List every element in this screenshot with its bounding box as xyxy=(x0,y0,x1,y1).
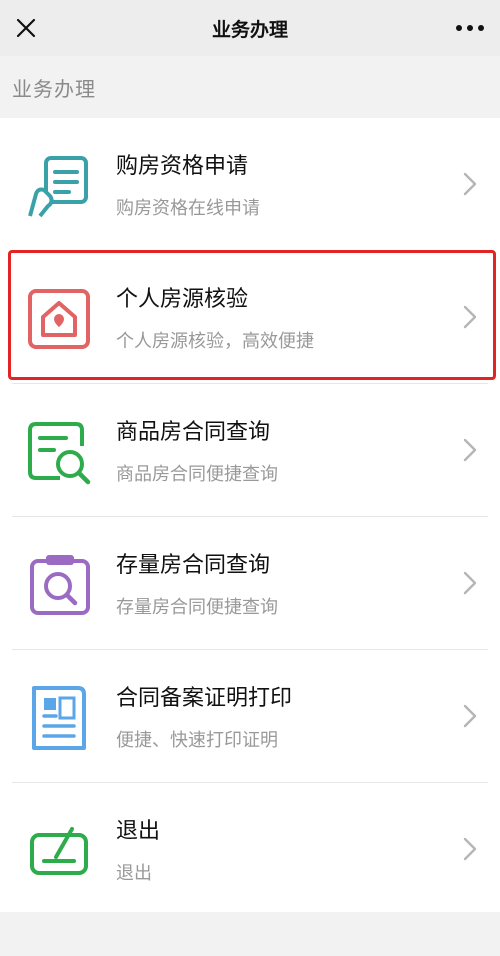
service-list: 购房资格申请 购房资格在线申请 个人房源核验 个人房源核验，高效便捷 商品房合同… xyxy=(0,118,500,912)
chevron-right-icon xyxy=(462,170,478,198)
list-item-exit[interactable]: 退出 退出 xyxy=(0,783,500,915)
item-title: 合同备案证明打印 xyxy=(116,686,293,711)
chevron-right-icon xyxy=(462,436,478,464)
chevron-right-icon xyxy=(462,303,478,331)
item-subtitle: 退出 xyxy=(116,863,152,884)
chevron-right-icon xyxy=(462,569,478,597)
item-subtitle: 便捷、快速打印证明 xyxy=(116,730,278,751)
house-icon xyxy=(26,285,94,353)
item-title: 存量房合同查询 xyxy=(116,553,271,578)
item-title: 购房资格申请 xyxy=(116,154,249,179)
more-button[interactable] xyxy=(448,10,492,46)
title-bar: 业务办理 xyxy=(0,0,500,56)
section-label: 业务办理 xyxy=(12,76,96,101)
more-icon xyxy=(456,25,484,31)
chevron-right-icon xyxy=(462,835,478,863)
clipboard-search-icon xyxy=(26,551,94,619)
list-item-filing-certificate-print[interactable]: 合同备案证明打印 便捷、快速打印证明 xyxy=(0,650,500,782)
close-icon xyxy=(16,18,36,38)
item-subtitle: 个人房源核验，高效便捷 xyxy=(116,331,314,352)
chevron-right-icon xyxy=(462,702,478,730)
section-header: 业务办理 xyxy=(0,56,500,118)
item-title: 退出 xyxy=(116,819,161,844)
list-item-resale-contract-query[interactable]: 存量房合同查询 存量房合同便捷查询 xyxy=(0,517,500,649)
item-subtitle: 购房资格在线申请 xyxy=(116,198,260,219)
item-subtitle: 存量房合同便捷查询 xyxy=(116,597,278,618)
list-item-purchase-qualification[interactable]: 购房资格申请 购房资格在线申请 xyxy=(0,118,500,250)
list-item-commercial-contract-query[interactable]: 商品房合同查询 商品房合同便捷查询 xyxy=(0,384,500,516)
close-button[interactable] xyxy=(8,10,44,46)
page-title: 业务办理 xyxy=(211,18,288,41)
certificate-icon xyxy=(26,684,94,752)
exit-icon xyxy=(26,817,94,885)
document-hand-icon xyxy=(26,152,94,220)
item-title: 个人房源核验 xyxy=(116,287,249,312)
list-item-property-verification[interactable]: 个人房源核验 个人房源核验，高效便捷 xyxy=(0,251,500,383)
document-search-icon xyxy=(26,418,94,486)
item-subtitle: 商品房合同便捷查询 xyxy=(116,464,278,485)
item-title: 商品房合同查询 xyxy=(116,420,271,445)
